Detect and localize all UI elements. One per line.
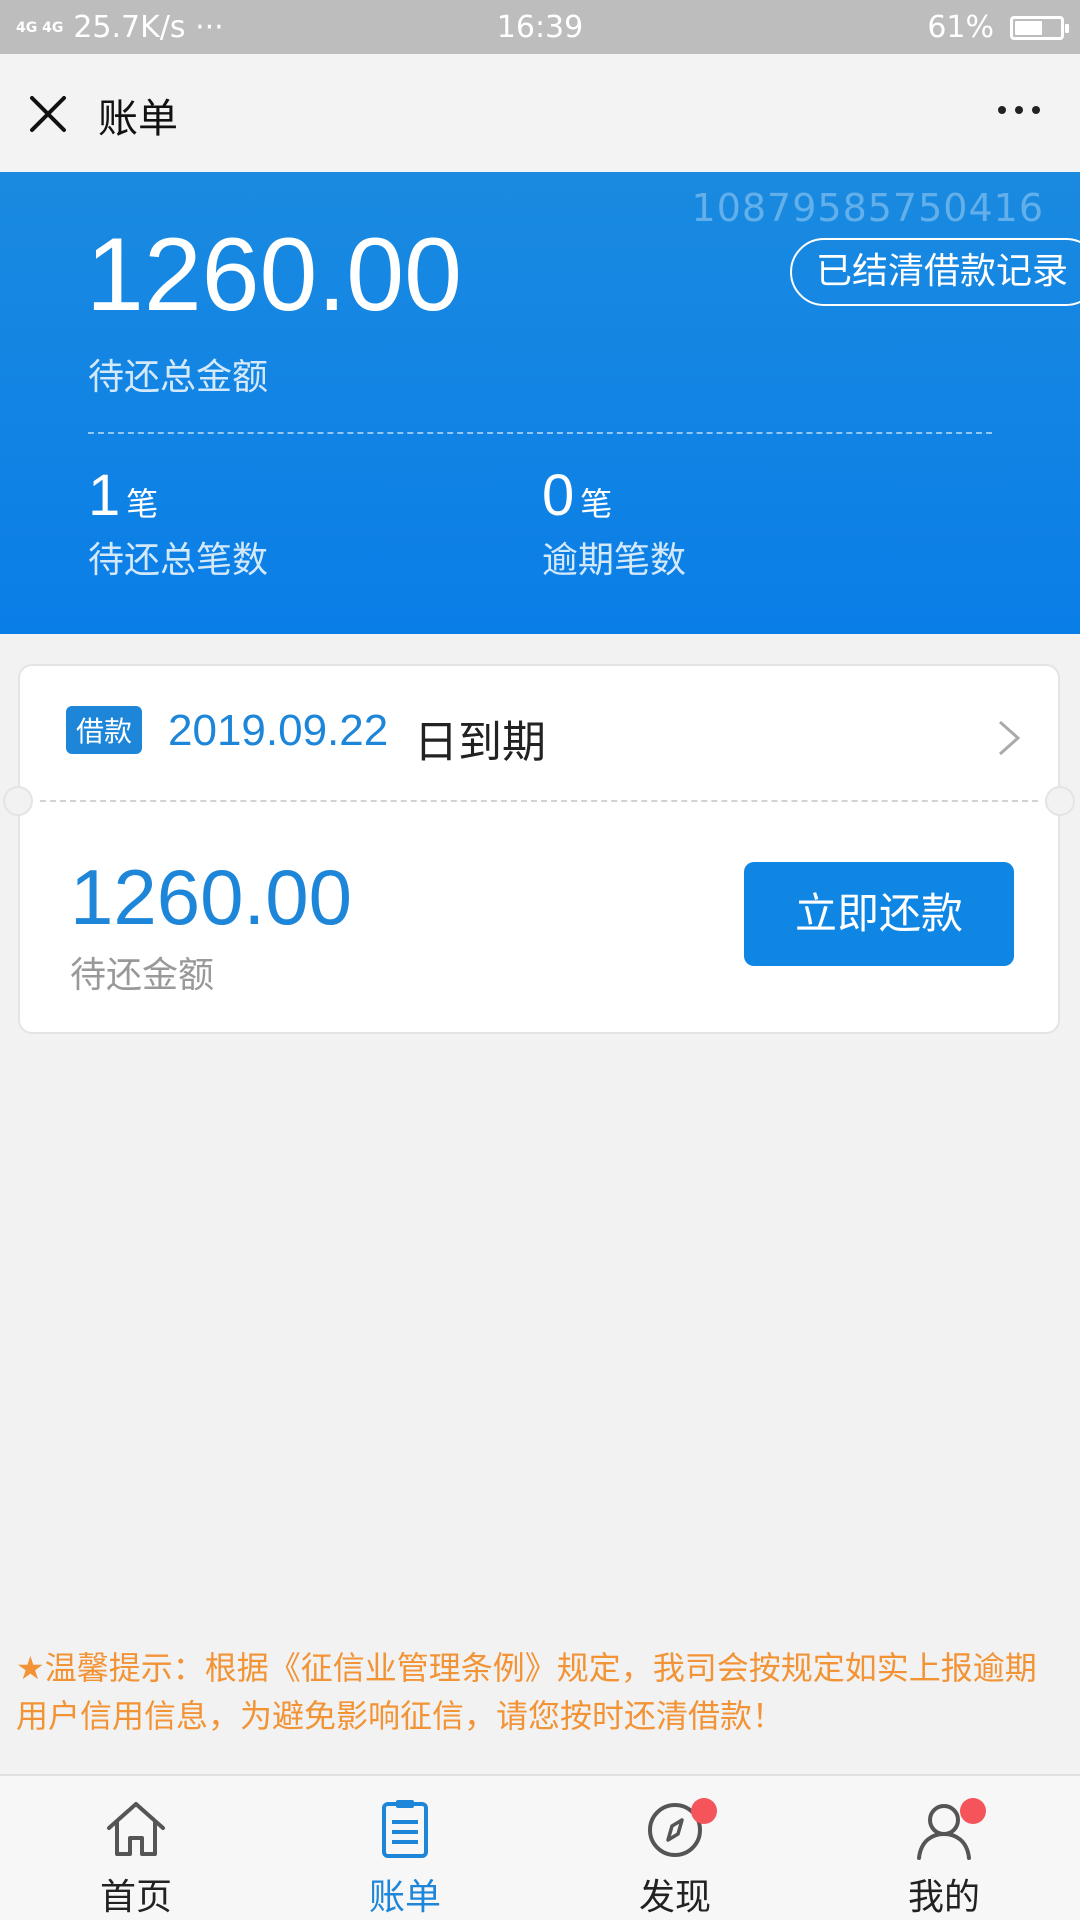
- more-options-icon[interactable]: [998, 106, 1040, 114]
- page-title: 账单: [98, 96, 178, 142]
- header-divider: [88, 432, 992, 434]
- account-number: 10879585750416: [691, 186, 1044, 230]
- due-suffix: 日到期: [414, 717, 546, 768]
- tab-mine[interactable]: 我的: [844, 1798, 1044, 1920]
- pending-count-label: 待还总笔数: [88, 540, 269, 581]
- tab-discover[interactable]: 发现: [575, 1798, 775, 1920]
- repay-now-button[interactable]: 立即还款: [744, 862, 1014, 966]
- tab-bar: 首页 账单 发现 我的: [0, 1774, 1080, 1920]
- loan-tag: 借款: [66, 706, 143, 754]
- total-amount: 1260.00: [86, 217, 462, 333]
- tab-bill[interactable]: 账单: [305, 1798, 505, 1920]
- tab-home-label: 首页: [99, 1877, 172, 1918]
- credit-notice: ★温馨提示：根据《征信业管理条例》规定，我司会按规定如实上报逾期用户信用信息，为…: [16, 1649, 1037, 1735]
- settled-records-button[interactable]: 已结清借款记录: [789, 238, 1080, 306]
- loan-amount: 1260.00: [70, 853, 352, 941]
- overdue-count: 0: [542, 463, 575, 528]
- battery-percent: 61%: [927, 10, 994, 45]
- card-notch-right: [1045, 786, 1075, 816]
- overdue-unit: 笔: [580, 485, 613, 523]
- chevron-right-icon: [999, 720, 1021, 756]
- overdue-count-label: 逾期笔数: [542, 540, 687, 581]
- total-amount-label: 待还总金额: [88, 357, 269, 398]
- battery-info: 61%: [927, 10, 1069, 45]
- clock: 16:39: [496, 10, 584, 45]
- tab-discover-label: 发现: [638, 1877, 711, 1918]
- battery-icon: [1010, 15, 1069, 40]
- notification-badge: [691, 1798, 717, 1824]
- bill-summary-header: 10879585750416 已结清借款记录 1260.00 待还总金额 1笔 …: [0, 172, 1080, 634]
- pending-unit: 笔: [126, 485, 159, 523]
- notification-badge: [960, 1798, 986, 1824]
- pending-count-stat: 1笔 待还总笔数: [88, 462, 268, 583]
- overdue-count-stat: 0笔 逾期笔数: [542, 462, 686, 583]
- loan-amount-label: 待还金额: [70, 955, 215, 996]
- status-bar: 4G 4G 25.7K/s ··· 16:39 61%: [0, 0, 1080, 54]
- due-date: 2019.09.22: [168, 706, 389, 755]
- close-icon[interactable]: [24, 90, 72, 138]
- tab-bill-label: 账单: [368, 1877, 441, 1918]
- loan-card-header[interactable]: 借款 2019.09.22 日到期: [20, 666, 1058, 800]
- card-divider: [40, 800, 1038, 802]
- tab-mine-label: 我的: [907, 1877, 980, 1918]
- loan-card: 借款 2019.09.22 日到期 1260.00 待还金额 立即还款: [3, 664, 1075, 1034]
- home-icon: [107, 1802, 165, 1856]
- tab-home[interactable]: 首页: [36, 1798, 236, 1920]
- battery-level-fill: [1015, 20, 1042, 35]
- pending-count: 1: [88, 463, 121, 528]
- bill-icon: [382, 1800, 428, 1858]
- card-notch-left: [3, 786, 33, 816]
- title-bar: 账单: [0, 54, 1080, 172]
